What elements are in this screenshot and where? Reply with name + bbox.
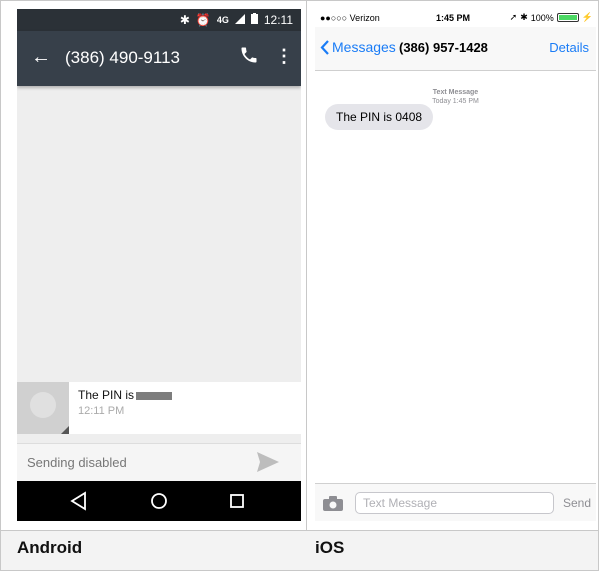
battery-icon	[556, 13, 579, 22]
phone-call-icon[interactable]	[239, 45, 259, 70]
avatar	[17, 382, 69, 434]
message-bubble: The PIN is 0408	[325, 104, 434, 130]
send-icon[interactable]	[257, 452, 279, 477]
caption-row	[1, 531, 598, 570]
android-toolbar: ← (386) 490-9113 ⋮	[17, 31, 301, 86]
location-icon: ➚	[509, 12, 518, 22]
camera-icon[interactable]	[323, 496, 343, 516]
message-type-label: Text Message	[432, 89, 479, 96]
android-caption: Android	[17, 538, 83, 557]
android-message: The PIN is 12:11 PM	[17, 382, 301, 434]
conversation-title: (386) 490-9113	[65, 48, 180, 67]
message-text: The PIN is	[78, 388, 135, 402]
android-nav-bar	[17, 481, 301, 521]
charging-icon: ⚡	[581, 12, 593, 22]
android-compose-bar: Sending disabled	[17, 443, 301, 481]
ios-nav-bar: Messages (386) 957-1428 Details	[315, 27, 596, 71]
battery-icon	[250, 13, 258, 27]
caption-divider	[0, 530, 599, 531]
android-status-bar: ✱ ⏰ 4G 12:11	[17, 9, 301, 31]
battery-percent: 100%	[530, 12, 554, 23]
signal-icon	[234, 13, 245, 27]
status-time: 12:11	[263, 13, 293, 27]
details-button[interactable]: Details	[549, 40, 589, 55]
android-screen: ✱ ⏰ 4G 12:11 ← (386) 490-9113 ⋮ The PIN …	[17, 9, 301, 521]
message-timestamp: 12:11 PM	[78, 405, 125, 417]
carrier-label: ●●○○○ Verizon	[320, 13, 380, 23]
status-time: 1:45 PM	[436, 13, 471, 23]
conversation-title: (386) 957-1428	[399, 40, 488, 55]
ios-caption: iOS	[315, 538, 345, 557]
more-options-icon[interactable]: ⋮	[275, 46, 293, 67]
nav-home-icon[interactable]	[147, 489, 171, 513]
ios-screen: ●●○○○ Verizon 1:45 PM ➚ ✱ 100% ⚡ Message…	[315, 9, 596, 521]
message-input[interactable]	[355, 492, 554, 514]
message-body: The PIN is	[78, 388, 173, 402]
avatar-placeholder-icon	[30, 392, 56, 418]
nav-back-icon[interactable]	[67, 489, 91, 513]
chevron-left-icon	[320, 39, 329, 55]
network-type-label: 4G	[216, 15, 229, 25]
sending-disabled-label: Sending disabled	[27, 455, 127, 470]
send-button[interactable]: Send	[563, 496, 591, 510]
redacted-pin	[136, 391, 173, 400]
ios-status-bar: ●●○○○ Verizon 1:45 PM ➚ ✱ 100% ⚡	[315, 9, 596, 27]
back-arrow-icon[interactable]: ←	[31, 46, 51, 69]
nav-recents-icon[interactable]	[225, 489, 249, 513]
back-label: Messages	[332, 39, 396, 55]
message-tail-icon	[61, 426, 69, 434]
bluetooth-icon: ✱	[520, 12, 528, 22]
bluetooth-icon: ✱	[179, 13, 190, 27]
status-right-group: ➚ ✱ 100% ⚡	[510, 12, 593, 23]
ios-compose-bar: Send	[315, 483, 596, 521]
column-divider	[306, 0, 307, 571]
alarm-icon: ⏰	[195, 13, 211, 27]
back-button[interactable]: Messages	[320, 39, 396, 55]
